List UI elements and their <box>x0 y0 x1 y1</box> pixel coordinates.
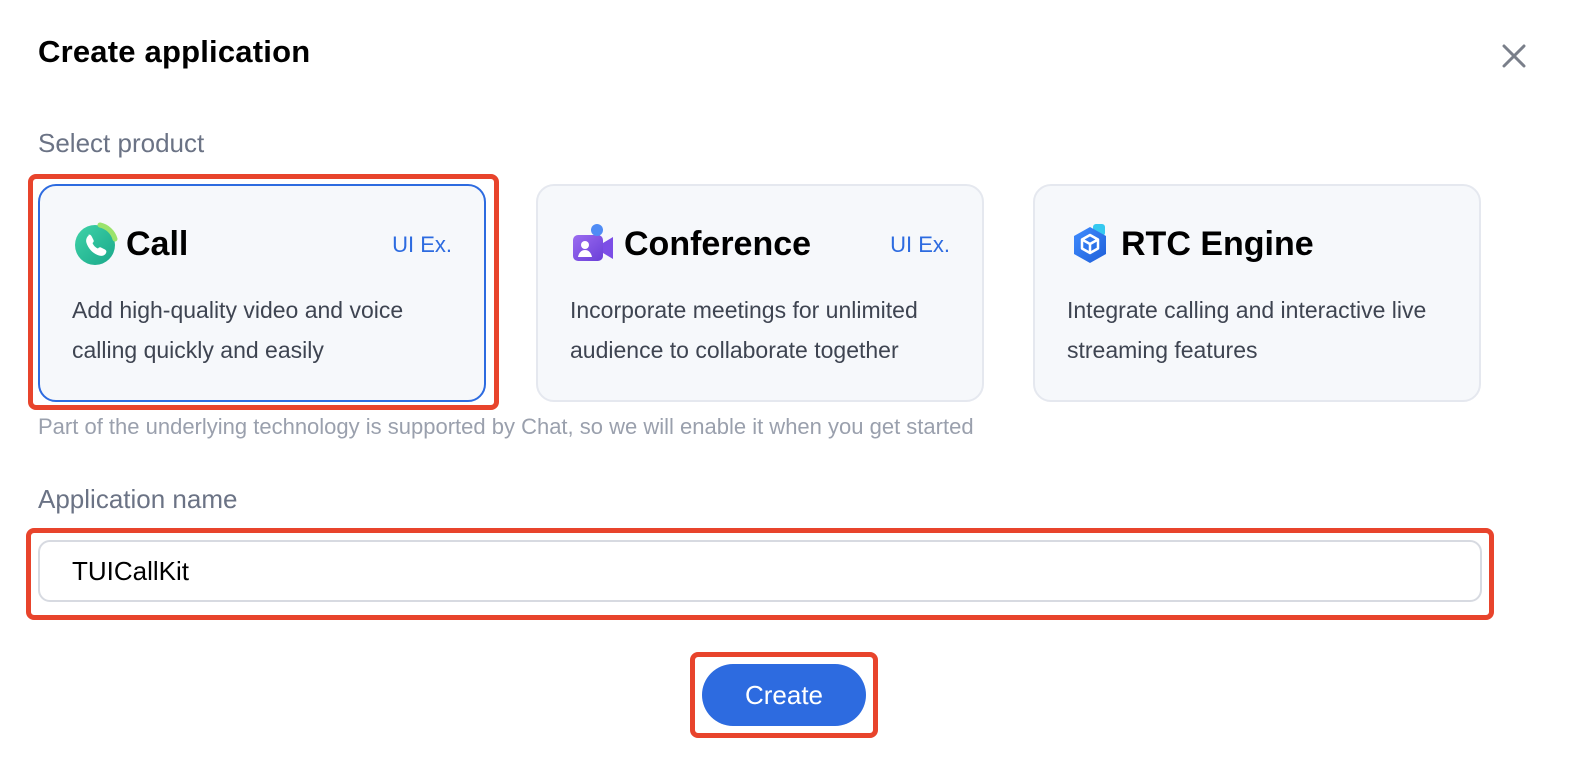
phone-call-icon <box>75 222 118 265</box>
chat-dependency-hint: Part of the underlying technology is sup… <box>38 414 974 439</box>
video-conference-icon <box>573 224 613 261</box>
card-title: Call <box>126 225 189 263</box>
ui-ex-badge: UI Ex. <box>392 232 452 257</box>
close-button[interactable] <box>1494 36 1534 76</box>
ui-ex-badge: UI Ex. <box>890 232 950 257</box>
product-card-rtc-engine[interactable]: RTC Engine Integrate calling and interac… <box>1033 184 1481 402</box>
application-name-label: Application name <box>38 484 238 514</box>
product-card-conference[interactable]: Conference UI Ex. Incorporate meetings f… <box>536 184 984 402</box>
dialog-title: Create application <box>38 34 311 69</box>
close-icon <box>1502 44 1526 68</box>
create-application-dialog: Create application Select product Call U… <box>0 0 1576 766</box>
card-header: Call <box>72 220 188 268</box>
card-description: Incorporate meetings for unlimited audie… <box>570 297 918 363</box>
select-product-label: Select product <box>38 128 205 158</box>
card-title: Conference <box>624 225 812 263</box>
create-button[interactable]: Create <box>702 664 866 726</box>
card-description: Add high-quality video and voice calling… <box>72 297 404 363</box>
card-header: Conference <box>570 220 811 268</box>
product-card-call[interactable]: Call UI Ex. Add high-quality video and v… <box>38 184 486 402</box>
rtc-cube-icon <box>1074 224 1106 263</box>
application-name-input[interactable] <box>38 540 1482 602</box>
card-title: RTC Engine <box>1121 225 1314 263</box>
card-header: RTC Engine <box>1067 220 1314 268</box>
card-description: Integrate calling and interactive live s… <box>1067 297 1427 363</box>
